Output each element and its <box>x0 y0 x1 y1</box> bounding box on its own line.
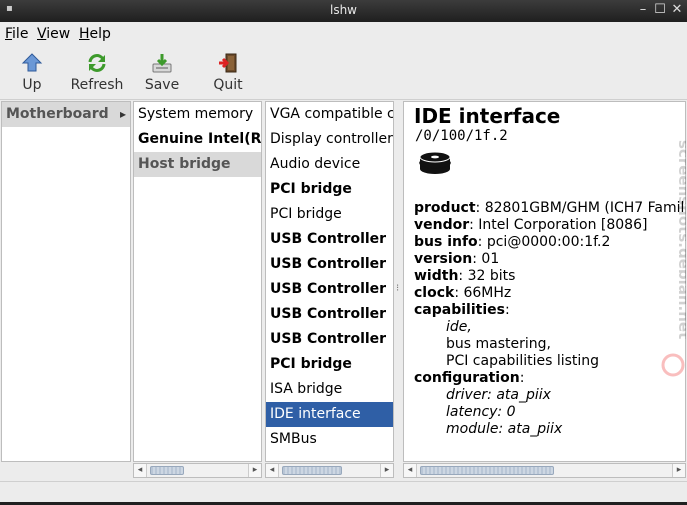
toolbar: Up Refresh Save Quit <box>0 46 687 100</box>
status-bar <box>0 481 687 502</box>
up-button[interactable]: Up <box>14 52 50 98</box>
list-item[interactable]: USB Controller <box>266 252 393 277</box>
disk-icon <box>419 151 451 174</box>
refresh-button[interactable]: Refresh <box>66 52 128 98</box>
quit-button[interactable]: Quit <box>210 52 246 98</box>
list-item-selected[interactable]: IDE interface <box>266 402 393 427</box>
field-bus-info: bus info: pci@0000:00:1f.2 <box>414 234 611 250</box>
capability-item: PCI capabilities listing <box>446 353 600 369</box>
scroll-right-icon[interactable]: ▸ <box>248 464 261 477</box>
horizontal-scrollbar-2[interactable]: ◂ ▸ <box>133 463 262 478</box>
debian-swirl-icon <box>661 353 685 377</box>
up-arrow-icon <box>21 53 43 72</box>
close-icon[interactable]: ✕ <box>670 2 684 18</box>
list-item[interactable]: System memory <box>134 102 261 127</box>
scrollbar-thumb[interactable] <box>420 466 554 475</box>
field-clock: clock: 66MHz <box>414 285 512 301</box>
list-item[interactable]: VGA compatible co <box>266 102 393 127</box>
scroll-left-icon[interactable]: ◂ <box>134 464 147 477</box>
list-item[interactable]: PCI bridge <box>266 352 393 377</box>
field-product: product: 82801GBM/GHM (ICH7 Family) <box>414 200 686 216</box>
scroll-right-icon[interactable]: ▸ <box>380 464 393 477</box>
device-column-3: VGA compatible co Display controller Aud… <box>265 101 394 462</box>
minimize-icon[interactable]: – <box>636 2 650 18</box>
list-item[interactable]: USB Controller <box>266 302 393 327</box>
field-vendor: vendor: Intel Corporation [8086] <box>414 217 648 233</box>
list-item[interactable]: USB Controller <box>266 227 393 252</box>
list-item[interactable]: PCI bridge <box>266 177 393 202</box>
list-item[interactable]: SMBus <box>266 427 393 452</box>
window-title: lshw <box>329 3 357 17</box>
list-item[interactable]: USB Controller <box>266 327 393 352</box>
pane-splitter-handle[interactable]: ⁝ <box>396 283 399 294</box>
list-item[interactable]: Genuine Intel(R) <box>134 127 261 152</box>
scrollbar-thumb[interactable] <box>282 466 342 475</box>
scroll-left-icon[interactable]: ◂ <box>404 464 417 477</box>
quit-door-icon <box>219 53 237 73</box>
title-bar: ▪ lshw – ☐ ✕ <box>0 0 687 22</box>
field-configuration: configuration: <box>414 370 525 386</box>
scroll-left-icon[interactable]: ◂ <box>266 464 279 477</box>
menu-help[interactable]: Help <box>79 26 111 42</box>
horizontal-scrollbar-3[interactable]: ◂ ▸ <box>265 463 394 478</box>
list-item[interactable]: PCI bridge <box>266 202 393 227</box>
capability-item: bus mastering, <box>446 336 551 352</box>
list-item[interactable]: Motherboard ▸ <box>2 102 130 127</box>
device-column-2: System memory Genuine Intel(R) Host brid… <box>133 101 262 462</box>
save-button[interactable]: Save <box>143 52 181 98</box>
device-path: /0/100/1f.2 <box>415 128 508 144</box>
field-version: version: 01 <box>414 251 500 267</box>
list-item[interactable]: ISA bridge <box>266 377 393 402</box>
scroll-right-icon[interactable]: ▸ <box>672 464 685 477</box>
capability-item: ide, <box>446 319 472 335</box>
configuration-item: module: ata_piix <box>446 421 563 437</box>
expand-arrow-icon: ▸ <box>119 107 126 121</box>
device-title: IDE interface <box>414 104 561 128</box>
list-item[interactable]: USB Controller <box>266 277 393 302</box>
device-column-1: Motherboard ▸ <box>1 101 131 462</box>
refresh-icon <box>88 54 106 72</box>
list-item[interactable]: Audio device <box>266 152 393 177</box>
save-icon <box>152 54 172 73</box>
horizontal-scrollbar-details[interactable]: ◂ ▸ <box>403 463 686 478</box>
menu-view[interactable]: View <box>37 26 70 42</box>
scrollbar-thumb[interactable] <box>150 466 184 475</box>
field-capabilities: capabilities: <box>414 302 510 318</box>
field-width: width: 32 bits <box>414 268 516 284</box>
menu-bar: File View Help <box>0 22 687 46</box>
list-item[interactable]: Host bridge <box>134 152 261 177</box>
list-item[interactable]: Display controller <box>266 127 393 152</box>
maximize-icon[interactable]: ☐ <box>653 2 667 18</box>
details-pane: IDE interface /0/100/1f.2 product: 82801… <box>403 101 686 462</box>
watermark: screenshots.debian.net <box>661 140 686 377</box>
watermark-text: screenshots.debian.net <box>675 140 686 339</box>
menu-file[interactable]: File <box>5 26 28 42</box>
configuration-item: latency: 0 <box>446 404 516 420</box>
configuration-item: driver: ata_piix <box>446 387 551 403</box>
